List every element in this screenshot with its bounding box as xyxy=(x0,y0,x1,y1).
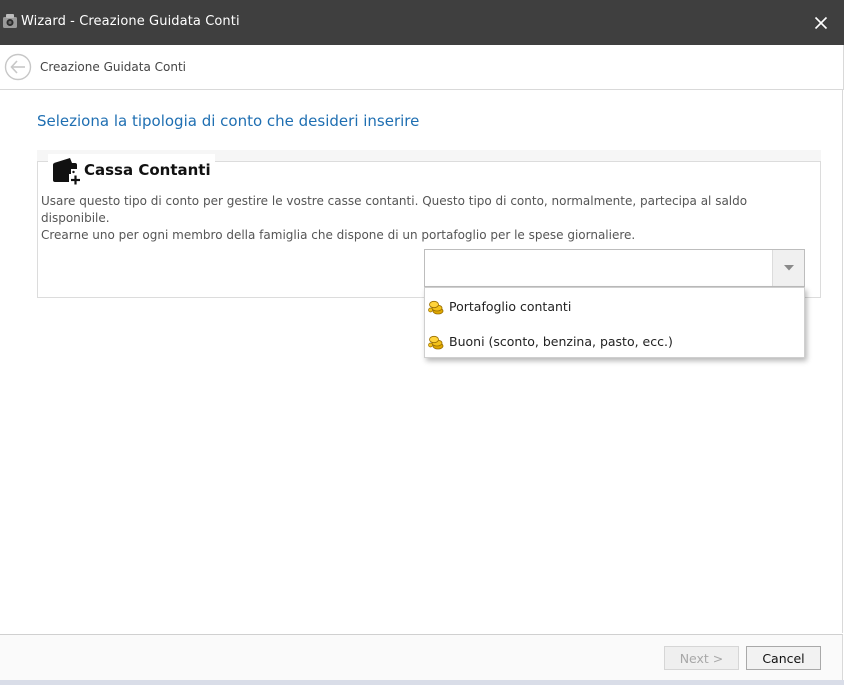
dropdown-option-label: Buoni (sconto, benzina, pasto, ecc.) xyxy=(449,334,673,349)
chevron-down-icon xyxy=(783,265,794,271)
page-heading: Seleziona la tipologia di conto che desi… xyxy=(37,112,420,130)
back-arrow-icon[interactable] xyxy=(4,53,32,81)
group-title: Cassa Contanti xyxy=(48,154,215,186)
coins-icon xyxy=(428,335,444,349)
account-type-title: Cassa Contanti xyxy=(84,161,211,179)
description-line-1: Usare questo tipo di conto per gestire l… xyxy=(41,194,748,225)
breadcrumb: Creazione Guidata Conti xyxy=(40,60,187,74)
close-button[interactable] xyxy=(798,0,844,45)
camera-icon xyxy=(3,14,17,28)
combobox-dropdown-button[interactable] xyxy=(772,250,804,286)
next-button[interactable]: Next > xyxy=(664,646,739,670)
description-line-2: Crearne uno per ogni membro della famigl… xyxy=(41,228,636,242)
navigation-bar: Creazione Guidata Conti xyxy=(0,45,844,90)
dropdown-option-portafoglio[interactable]: Portafoglio contanti xyxy=(425,289,804,324)
dropdown-option-label: Portafoglio contanti xyxy=(449,299,572,314)
cancel-button[interactable]: Cancel xyxy=(746,646,821,670)
wallet-add-icon xyxy=(53,158,82,185)
account-type-description: Usare questo tipo di conto per gestire l… xyxy=(41,193,817,244)
window-bottom-edge xyxy=(0,680,844,685)
account-subtype-dropdown: Portafoglio contanti Buoni (sconto, benz… xyxy=(424,287,805,358)
window-title: Wizard - Creazione Guidata Conti xyxy=(21,14,240,29)
title-bar: Wizard - Creazione Guidata Conti xyxy=(0,0,844,45)
coins-icon xyxy=(428,300,444,314)
account-subtype-combobox[interactable] xyxy=(424,249,805,287)
dropdown-option-buoni[interactable]: Buoni (sconto, benzina, pasto, ecc.) xyxy=(425,324,804,359)
close-icon xyxy=(814,16,828,29)
